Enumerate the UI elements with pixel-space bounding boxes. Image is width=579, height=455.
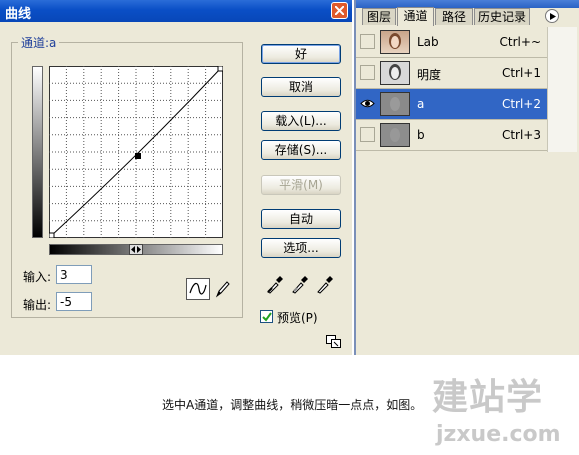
channel-row-a[interactable]: a Ctrl+2 (356, 89, 547, 120)
output-gradient-bar (32, 66, 43, 238)
arrows-icon (131, 246, 141, 253)
tab-paths[interactable]: 路径 (435, 8, 473, 25)
input-label: 输入: (23, 270, 52, 284)
cancel-button[interactable]: 取消 (261, 77, 341, 97)
load-button[interactable]: 载入(L)... (261, 111, 341, 131)
caption-text: 选中A通道，调整曲线，稍微压暗一点点，如图。 (162, 398, 423, 412)
portrait-thumbnail-icon (389, 33, 401, 49)
channel-row-b[interactable]: b Ctrl+3 (356, 120, 547, 151)
panel-menu-button[interactable] (545, 9, 559, 23)
tab-history[interactable]: 历史记录 (474, 8, 530, 25)
expand-view-icon[interactable] (326, 335, 342, 349)
curve-grid[interactable] (49, 66, 223, 238)
black-eyedropper-icon[interactable] (266, 274, 284, 294)
output-field[interactable] (56, 292, 92, 311)
input-field[interactable] (56, 265, 92, 284)
options-button[interactable]: 选项... (261, 238, 341, 258)
visibility-toggle[interactable] (360, 96, 375, 111)
save-button[interactable]: 存储(S)... (261, 140, 341, 160)
channel-shortcut: Ctrl+1 (501, 66, 541, 80)
channel-shortcut: Ctrl+~ (499, 35, 541, 49)
preview-checkbox[interactable] (260, 310, 273, 323)
channel-thumbnail (380, 30, 410, 54)
visibility-toggle[interactable] (360, 127, 375, 142)
channel-thumbnail (380, 92, 410, 116)
pencil-icon[interactable] (213, 279, 231, 299)
portrait-thumbnail-icon (390, 128, 400, 142)
curves-dialog: 曲线 通道:a 输入: 3 输出: -5 好 取消 载入(L)... 存储(S)… (0, 0, 352, 355)
channel-name: Lab (417, 35, 439, 49)
curve-point-selected[interactable] (135, 153, 141, 159)
portrait-thumbnail-icon (390, 97, 400, 111)
channel-row-lightness[interactable]: 明度 Ctrl+1 (356, 58, 547, 89)
gray-eyedropper-icon[interactable] (291, 274, 309, 294)
output-label: 输出: (23, 298, 52, 312)
panel-titlebar[interactable] (356, 0, 579, 8)
ok-button[interactable]: 好 (261, 44, 341, 64)
curve-point-white[interactable] (217, 66, 223, 72)
gradient-toggle-handle[interactable] (129, 244, 143, 255)
curve-tool-icon (189, 282, 207, 295)
channel-thumbnail (380, 123, 410, 147)
close-button[interactable] (331, 2, 348, 19)
channel-name: b (417, 128, 425, 142)
channel-shortcut: Ctrl+2 (501, 97, 541, 111)
preview-label[interactable]: 预览(P) (277, 309, 318, 326)
smooth-button[interactable]: 平滑(M) (261, 175, 341, 195)
visibility-toggle[interactable] (360, 65, 375, 80)
watermark-logo: 建站学 (432, 377, 544, 418)
close-icon (335, 6, 344, 15)
tab-channels[interactable]: 通道 (397, 7, 434, 26)
watermark-url: jzxue.com (436, 422, 561, 447)
channel-name: 明度 (417, 68, 442, 82)
visibility-toggle[interactable] (360, 34, 375, 49)
curve-point-black[interactable] (49, 232, 55, 238)
dialog-titlebar[interactable]: 曲线 (0, 0, 352, 22)
auto-button[interactable]: 自动 (261, 209, 341, 229)
channel-label: 通道:a (18, 34, 60, 51)
curve-tool-button[interactable] (186, 278, 210, 300)
panel-scroll-area[interactable] (547, 27, 577, 152)
channel-name: a (417, 97, 425, 111)
arrow-right-icon (550, 13, 556, 20)
portrait-thumbnail-icon (389, 64, 401, 80)
checkmark-icon (262, 312, 272, 322)
dialog-title: 曲线 (5, 7, 32, 22)
white-eyedropper-icon[interactable] (316, 274, 334, 294)
channel-thumbnail (380, 61, 410, 85)
channel-row-lab[interactable]: Lab Ctrl+~ (356, 27, 547, 58)
channel-shortcut: Ctrl+3 (501, 128, 541, 142)
tab-layers[interactable]: 图层 (362, 8, 396, 25)
eye-icon (360, 99, 375, 108)
